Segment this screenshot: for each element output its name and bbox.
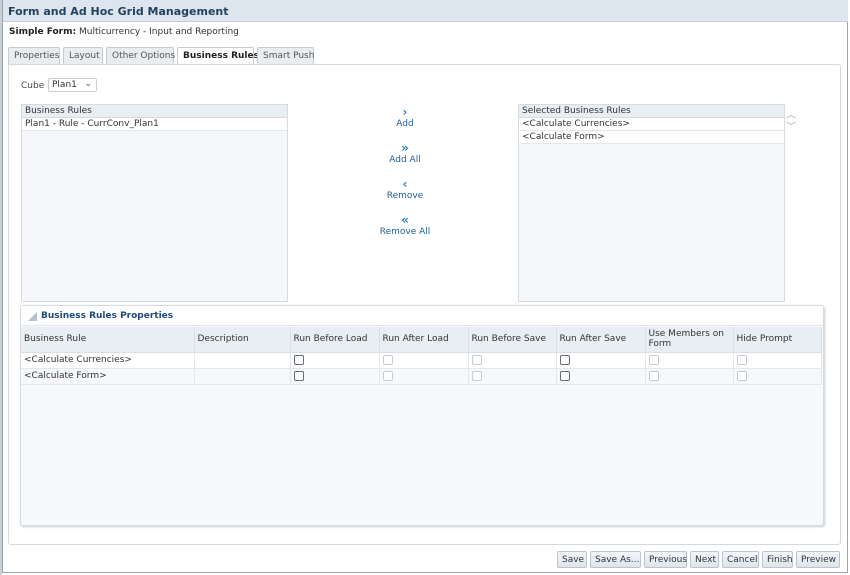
remove-label: Remove xyxy=(386,191,424,201)
column-header: Run After Save xyxy=(556,327,646,353)
next-button[interactable]: Next xyxy=(690,551,719,568)
column-header: Run Before Save xyxy=(468,327,557,353)
run-before-load-checkbox[interactable] xyxy=(293,354,304,365)
column-header: Business Rule xyxy=(21,327,195,353)
table-header-row: Business Rule Description Run Before Loa… xyxy=(21,327,822,353)
remove-all-button[interactable]: « Remove All xyxy=(370,214,440,237)
run-before-save-checkbox[interactable] xyxy=(471,354,482,365)
cancel-button[interactable]: Cancel xyxy=(722,551,759,568)
table-row: <Calculate Currencies> xyxy=(21,352,822,369)
collapse-triangle-icon[interactable] xyxy=(28,312,37,321)
add-button[interactable]: › Add xyxy=(370,106,440,129)
properties-title: Business Rules Properties xyxy=(41,311,174,321)
list-item[interactable]: <Calculate Currencies> xyxy=(519,118,784,131)
selected-rules-header: Selected Business Rules xyxy=(519,105,784,118)
double-chevron-left-icon: « xyxy=(401,213,409,227)
run-before-load-checkbox[interactable] xyxy=(293,370,304,381)
cube-select-value: Plan1 xyxy=(52,80,77,90)
remove-all-label: Remove All xyxy=(379,227,431,237)
description-cell[interactable] xyxy=(194,352,291,369)
preview-button[interactable]: Preview xyxy=(796,551,840,568)
move-down-icon[interactable]: ﹀ xyxy=(786,118,796,133)
dialog-title: Form and Ad Hoc Grid Management xyxy=(8,5,229,18)
hide-prompt-checkbox[interactable] xyxy=(736,370,747,381)
tab-properties[interactable]: Properties xyxy=(8,47,60,65)
use-members-on-form-checkbox[interactable] xyxy=(648,370,659,381)
run-after-save-checkbox[interactable] xyxy=(559,370,570,381)
finish-button[interactable]: Finish xyxy=(762,551,793,568)
add-all-button[interactable]: » Add All xyxy=(370,142,440,165)
rule-name-cell: <Calculate Currencies> xyxy=(21,352,195,369)
available-rules-header: Business Rules xyxy=(22,105,287,118)
save-button[interactable]: Save xyxy=(557,551,587,568)
chevron-down-icon: ⌄ xyxy=(84,79,92,89)
properties-header[interactable]: Business Rules Properties xyxy=(21,306,823,326)
add-all-label: Add All xyxy=(389,155,421,165)
hide-prompt-checkbox[interactable] xyxy=(736,354,747,365)
tab-layout[interactable]: Layout xyxy=(63,47,103,65)
form-type-label: Simple Form: xyxy=(9,27,77,37)
cube-select[interactable]: Plan1 ⌄ xyxy=(48,78,97,92)
form-subtitle: Simple Form: Multicurrency - Input and R… xyxy=(9,27,239,37)
title-bar: Form and Ad Hoc Grid Management xyxy=(3,0,848,22)
use-members-on-form-checkbox[interactable] xyxy=(648,354,659,365)
run-after-load-checkbox[interactable] xyxy=(382,370,393,381)
rule-name-cell: <Calculate Form> xyxy=(21,368,195,385)
run-before-save-checkbox[interactable] xyxy=(471,370,482,381)
column-header: Use Members on Form xyxy=(645,327,734,353)
run-after-save-checkbox[interactable] xyxy=(559,354,570,365)
chevron-left-icon: ‹ xyxy=(402,177,408,191)
business-rules-properties-panel: Business Rules Properties Business Rule … xyxy=(20,305,824,526)
list-item[interactable]: Plan1 - Rule - CurrConv_Plan1 xyxy=(22,118,287,131)
tab-smart-push[interactable]: Smart Push xyxy=(257,47,314,65)
properties-table: Business Rule Description Run Before Loa… xyxy=(21,327,822,385)
list-item[interactable]: <Calculate Form> xyxy=(519,131,784,144)
cube-label: Cube xyxy=(21,81,45,91)
save-as-button[interactable]: Save As... xyxy=(590,551,641,568)
selected-rules-list[interactable]: Selected Business Rules <Calculate Curre… xyxy=(518,104,785,302)
description-cell[interactable] xyxy=(194,368,291,385)
table-row: <Calculate Form> xyxy=(21,368,822,385)
column-header: Run Before Load xyxy=(290,327,380,353)
previous-button[interactable]: Previous xyxy=(644,551,687,568)
add-label: Add xyxy=(396,119,414,129)
run-after-load-checkbox[interactable] xyxy=(382,354,393,365)
double-chevron-right-icon: » xyxy=(401,141,409,155)
available-rules-list[interactable]: Business Rules Plan1 - Rule - CurrConv_P… xyxy=(21,104,288,302)
column-header: Hide Prompt xyxy=(733,327,822,353)
remove-button[interactable]: ‹ Remove xyxy=(370,178,440,201)
column-header: Description xyxy=(194,327,291,353)
form-name: Multicurrency - Input and Reporting xyxy=(78,27,239,37)
tab-other-options[interactable]: Other Options xyxy=(106,47,175,65)
column-header: Run After Load xyxy=(379,327,469,353)
chevron-right-icon: › xyxy=(402,105,408,119)
